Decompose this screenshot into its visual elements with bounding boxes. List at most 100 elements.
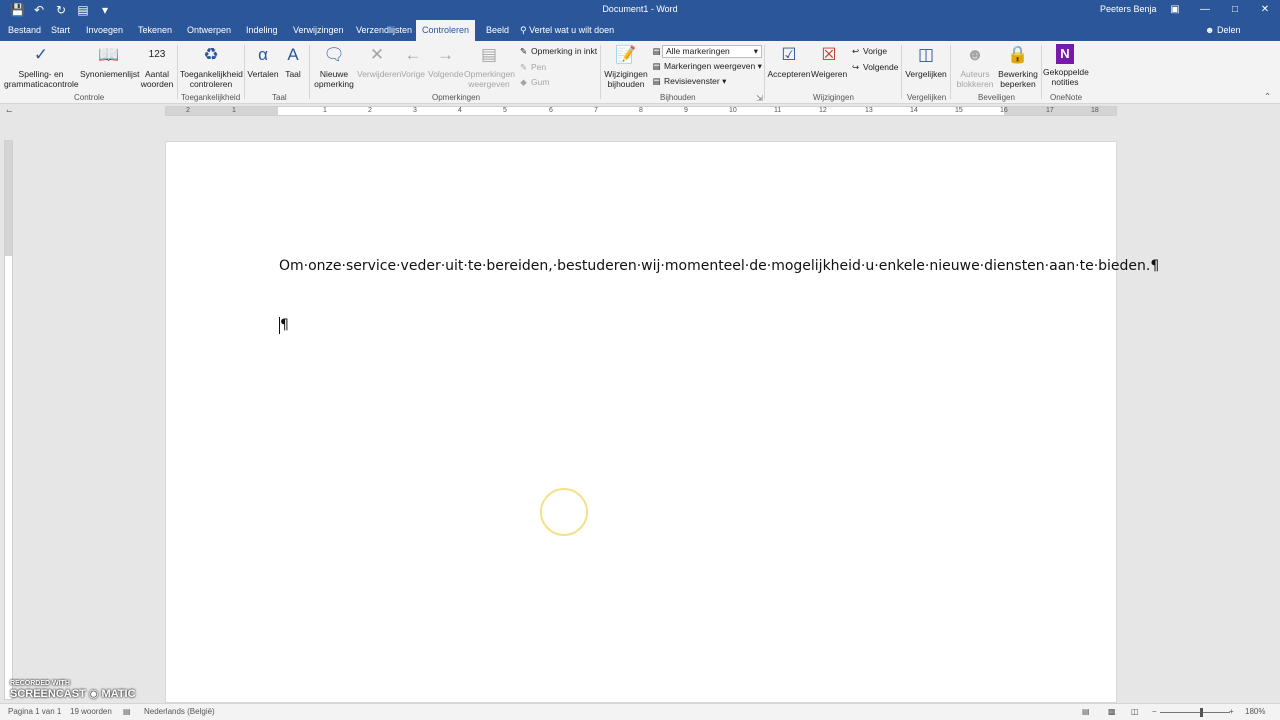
mouse-cursor-highlight — [540, 488, 588, 536]
new-comment-icon: 🗨 — [323, 45, 345, 64]
tab-beeld[interactable]: Beeld — [480, 20, 515, 41]
next-comment-button[interactable]: → Volgende — [428, 44, 463, 79]
pilcrow-mark: ¶ — [280, 317, 289, 333]
paragraph-1[interactable]: Om·onze·service·veder·uit·te·bereiden,·b… — [279, 255, 1159, 278]
ruler-number: 7 — [594, 107, 598, 114]
share-button[interactable]: ☻ Delen — [1205, 20, 1241, 41]
compare-icon: ◫ — [917, 45, 935, 64]
translate-button[interactable]: α Vertalen — [247, 44, 279, 79]
group-label-comments: Opmerkingen — [432, 93, 481, 102]
previous-change-button[interactable]: ↩ Vorige — [850, 46, 887, 57]
zoom-level[interactable]: 180% — [1245, 707, 1265, 716]
minimize-icon[interactable]: — — [1190, 0, 1220, 20]
show-comments-button[interactable]: ▤ Opmerkingen weergeven — [464, 44, 515, 89]
status-bar: Pagina 1 van 1 19 woorden ▤ Nederlands (… — [0, 703, 1280, 720]
restrict-editing-button[interactable]: 🔒 Bewerking beperken — [997, 44, 1039, 89]
ink-comment-button[interactable]: ✎ Opmerking in inkt — [518, 46, 597, 57]
eraser-icon: ◆ — [520, 77, 527, 87]
reject-button[interactable]: ☒ Weigeren — [811, 44, 847, 79]
ribbon-display-icon[interactable]: ▣ — [1160, 0, 1190, 20]
tab-indeling[interactable]: Indeling — [240, 20, 284, 41]
ruler-number: 1 — [232, 107, 236, 114]
zoom-in-icon[interactable]: + — [1229, 707, 1234, 716]
compare-button[interactable]: ◫ Vergelijken — [904, 44, 948, 79]
thesaurus-button[interactable]: 📖 Synoniemenlijst — [80, 44, 140, 79]
group-label-protect: Beveiligen — [978, 93, 1015, 102]
web-layout-icon[interactable]: ◫ — [1131, 707, 1139, 716]
track-changes-button[interactable]: 📝 Wijzigingen bijhouden — [603, 44, 649, 89]
word-count[interactable]: 19 woorden — [70, 707, 112, 716]
block-authors-button[interactable]: ☻ Auteurs blokkeren — [953, 44, 997, 89]
ruler-number: 17 — [1046, 107, 1054, 114]
accept-icon: ☑ — [781, 45, 797, 64]
group-separator — [950, 45, 951, 99]
undo-icon[interactable]: ↶ — [32, 3, 46, 17]
title-bar: 💾 ↶ ↻ ▤ ▾ Document1 - Word Peeters Benja… — [0, 0, 1280, 20]
tab-selector-icon[interactable]: ⌙ — [6, 106, 13, 115]
zoom-out-icon[interactable]: − — [1152, 707, 1157, 716]
reject-icon: ☒ — [821, 45, 837, 64]
eraser-button[interactable]: ◆ Gum — [518, 77, 549, 88]
new-comment-button[interactable]: 🗨 Nieuwe opmerking — [312, 44, 356, 89]
group-separator — [244, 45, 245, 99]
paragraph-2[interactable]: ¶ — [279, 314, 1009, 337]
dialog-launcher-icon[interactable]: ⇲ — [756, 93, 763, 104]
tab-bestand[interactable]: Bestand — [2, 20, 47, 41]
word-count-button[interactable]: 123 Aantal woorden — [140, 44, 174, 89]
word-count-icon: 123 — [148, 49, 166, 60]
spellcheck-icon: ✓ — [33, 45, 49, 64]
language-button[interactable]: A Taal — [281, 44, 305, 79]
layout-icon[interactable]: ▤ — [76, 3, 90, 17]
zoom-slider-thumb[interactable] — [1200, 708, 1203, 717]
review-pane-button[interactable]: ▤ Revisievenster ▾ — [651, 76, 726, 87]
document-page[interactable]: Om·onze·service·veder·uit·te·bereiden,·b… — [165, 141, 1159, 703]
markup-dropdown[interactable]: Alle markeringen ▾ — [662, 45, 762, 58]
accessibility-button[interactable]: ♻ Toegankelijkheid controleren — [180, 44, 243, 89]
group-label-controle: Controle — [74, 93, 105, 102]
proofing-icon[interactable]: ▤ — [123, 707, 131, 716]
pen-button[interactable]: ✎ Pen — [518, 62, 546, 73]
spelling-button[interactable]: ✓ Spelling- en grammaticacontrole — [4, 44, 79, 89]
group-separator — [600, 45, 601, 99]
horizontal-ruler[interactable]: ⌙ 2 1 1 2 3 4 5 6 7 8 9 10 11 12 13 14 1… — [0, 104, 1280, 118]
previous-comment-button[interactable]: ← Vorige — [399, 44, 427, 79]
show-comments-icon: ▤ — [480, 45, 498, 64]
ruler-number: 5 — [503, 107, 507, 114]
page-count[interactable]: Pagina 1 van 1 — [8, 707, 61, 716]
language-icon: A — [287, 45, 299, 64]
show-markup-button[interactable]: ▤ Markeringen weergeven ▾ — [651, 61, 761, 72]
vertical-ruler[interactable] — [4, 140, 13, 700]
close-icon[interactable]: ✕ — [1250, 0, 1280, 20]
redo-icon[interactable]: ↻ — [54, 3, 68, 17]
customize-icon[interactable]: ▾ — [98, 3, 112, 17]
tab-controleren[interactable]: Controleren — [416, 20, 476, 41]
tab-verwijzingen[interactable]: Verwijzingen — [287, 20, 350, 41]
maximize-icon[interactable]: □ — [1220, 0, 1250, 20]
next-change-button[interactable]: ↪ Volgende — [850, 62, 899, 73]
group-separator — [1041, 45, 1042, 99]
user-name[interactable]: Peeters Benja — [1100, 4, 1157, 14]
tab-invoegen[interactable]: Invoegen — [80, 20, 129, 41]
tab-ontwerpen[interactable]: Ontwerpen — [181, 20, 237, 41]
accept-button[interactable]: ☑ Accepteren — [767, 44, 811, 79]
tab-tekenen[interactable]: Tekenen — [132, 20, 178, 41]
delete-comment-button[interactable]: ✕ Verwijderen — [357, 44, 401, 79]
collapse-ribbon-icon[interactable]: ⌃ — [1264, 91, 1271, 102]
print-layout-icon[interactable]: ▩ — [1108, 707, 1116, 716]
tab-verzendlijsten[interactable]: Verzendlijsten — [350, 20, 418, 41]
zoom-slider[interactable] — [1160, 712, 1230, 713]
ruler-number: 3 — [413, 107, 417, 114]
tell-me-box[interactable]: ⚲ Vertel wat u wilt doen — [520, 20, 614, 41]
ink-comment-icon: ✎ — [519, 46, 528, 56]
group-separator — [177, 45, 178, 99]
chevron-down-icon: ▾ — [722, 76, 727, 86]
linked-notes-button[interactable]: N Gekoppelde notities — [1043, 44, 1089, 87]
read-mode-icon[interactable]: ▤ — [1082, 707, 1090, 716]
ruler-number: 4 — [458, 107, 462, 114]
ribbon: ✓ Spelling- en grammaticacontrole 📖 Syno… — [0, 41, 1280, 104]
language-status[interactable]: Nederlands (België) — [144, 707, 215, 716]
book-icon: 📖 — [98, 45, 120, 64]
save-icon[interactable]: 💾 — [10, 3, 25, 17]
pen-icon: ✎ — [519, 62, 528, 72]
tab-start[interactable]: Start — [45, 20, 76, 41]
